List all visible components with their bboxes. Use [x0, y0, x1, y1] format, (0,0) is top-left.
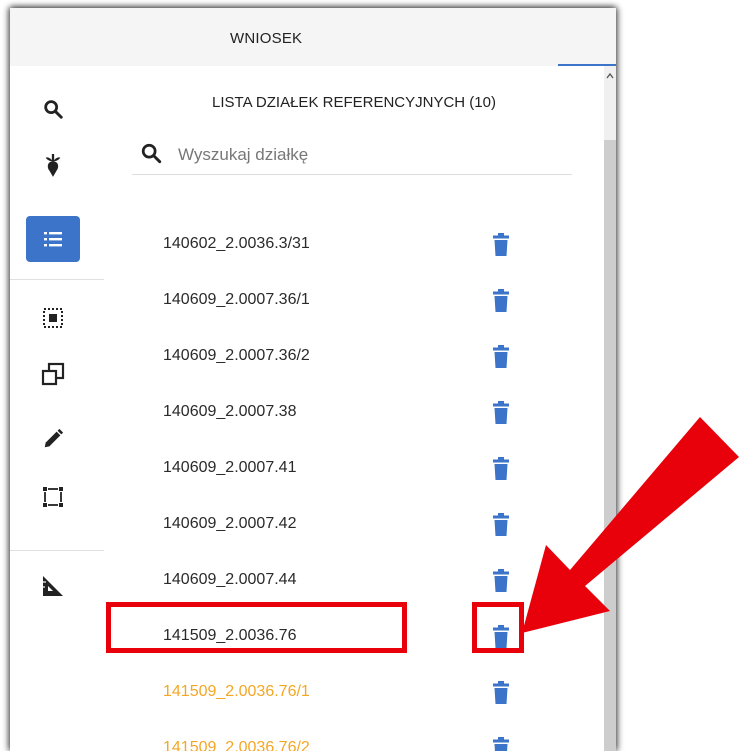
- red-arrow-annotation: [522, 417, 739, 633]
